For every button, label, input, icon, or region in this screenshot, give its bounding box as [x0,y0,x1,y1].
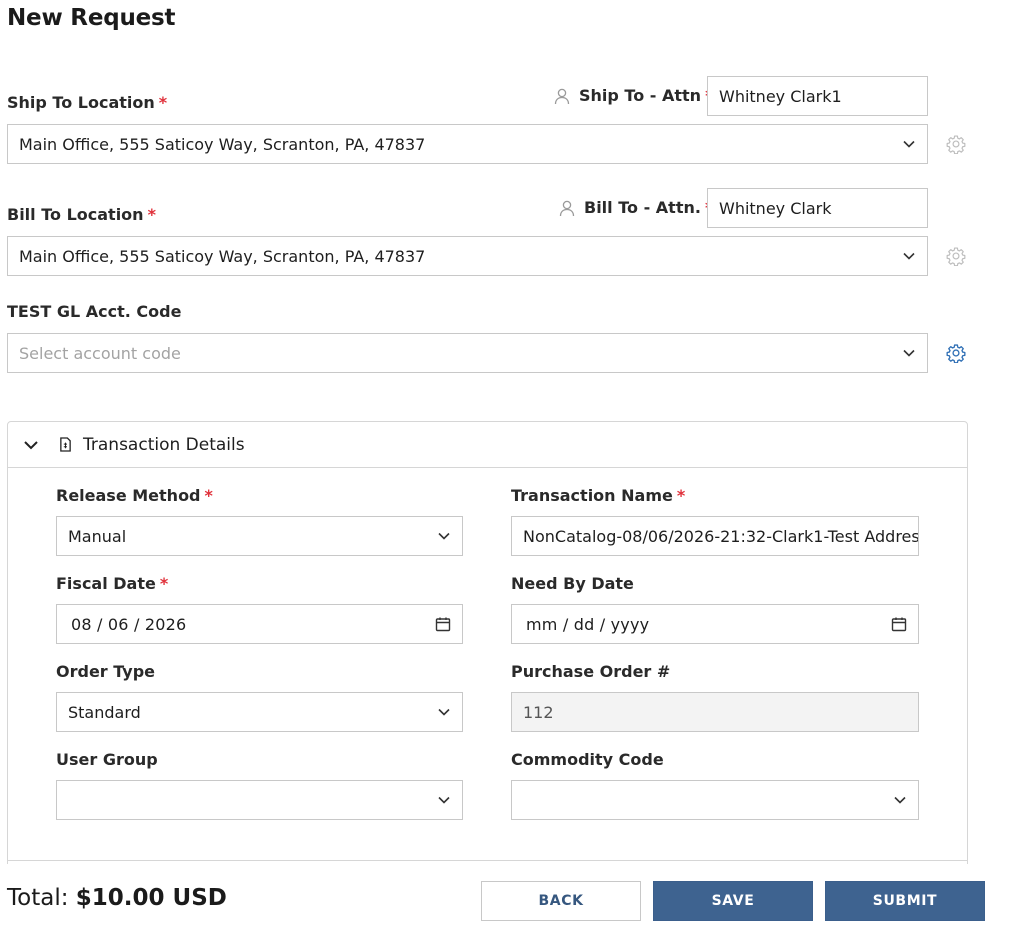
transaction-name-label: Transaction Name * [511,486,685,505]
ship-to-attn-label: Ship To - Attn* [553,86,713,105]
commodity-code-select[interactable] [511,780,919,820]
chevron-down-icon [438,796,450,804]
panel-divider [8,860,967,861]
gear-icon[interactable] [946,246,966,266]
need-by-date-input[interactable]: mm / dd / yyyy [511,604,919,644]
ship-to-location-label-text: Ship To Location [7,93,155,112]
page-title: New Request [7,5,176,31]
release-method-value: Manual [68,526,127,546]
bill-to-location-label-text: Bill To Location [7,205,144,224]
chevron-down-icon [894,796,906,804]
release-method-label-text: Release Method [56,486,201,505]
user-group-label: User Group [56,750,158,769]
fiscal-date-label-text: Fiscal Date [56,574,156,593]
calendar-icon[interactable] [435,616,451,632]
ship-to-location-select[interactable]: Main Office, 555 Saticoy Way, Scranton, … [7,124,928,164]
required-marker: * [158,93,168,112]
ship-to-attn-input[interactable]: Whitney Clark1 [707,76,928,116]
transaction-name-label-text: Transaction Name [511,486,673,505]
transaction-details-header[interactable]: Transaction Details [8,422,967,468]
release-method-select[interactable]: Manual [56,516,463,556]
bill-to-location-value: Main Office, 555 Saticoy Way, Scranton, … [19,246,426,266]
gl-code-select[interactable]: Select account code [7,333,928,373]
purchase-order-label: Purchase Order # [511,662,671,681]
document-icon [60,437,71,452]
chevron-down-icon[interactable] [23,437,39,453]
fiscal-date-input[interactable]: 08 / 06 / 2026 [56,604,463,644]
need-by-date-label: Need By Date [511,574,634,593]
chevron-down-icon [903,252,915,260]
transaction-name-input[interactable]: NonCatalog-08/06/2026-21:32-Clark1-Test … [511,516,919,556]
calendar-icon[interactable] [891,616,907,632]
gear-icon[interactable] [946,343,966,363]
user-group-select[interactable] [56,780,463,820]
required-marker: * [147,205,156,224]
chevron-down-icon [438,532,450,540]
submit-button[interactable]: SUBMIT [825,881,985,921]
release-method-label: Release Method * [56,486,213,505]
need-by-date-value: mm / dd / yyyy [526,614,650,634]
ship-to-attn-label-text: Ship To - Attn [579,86,702,105]
chevron-down-icon [903,349,915,357]
user-icon [559,200,575,216]
transaction-details-title: Transaction Details [83,434,245,455]
back-button[interactable]: BACK [481,881,641,921]
bill-to-attn-label-text: Bill To - Attn. [584,198,701,217]
ship-to-location-label: Ship To Location * [7,93,167,112]
bill-to-location-select[interactable]: Main Office, 555 Saticoy Way, Scranton, … [7,236,928,276]
total-label: Total: [7,885,69,911]
chevron-down-icon [438,708,450,716]
fiscal-date-value: 08 / 06 / 2026 [71,614,187,634]
ship-to-location-value: Main Office, 555 Saticoy Way, Scranton, … [19,134,426,154]
purchase-order-input: 112 [511,692,919,732]
chevron-down-icon [903,140,915,148]
gear-icon[interactable] [946,134,966,154]
bill-to-attn-input[interactable]: Whitney Clark [707,188,928,228]
gl-code-placeholder: Select account code [19,343,181,363]
fiscal-date-label: Fiscal Date * [56,574,168,593]
commodity-code-label: Commodity Code [511,750,664,769]
order-total: Total: $10.00 USD [7,885,227,911]
bill-to-attn-label: Bill To - Attn.* [558,198,713,217]
required-marker: * [204,486,213,505]
gl-code-label: TEST GL Acct. Code [7,302,182,321]
user-icon [554,88,570,104]
transaction-details-panel: Transaction Details Release Method * Manu… [7,421,968,881]
order-type-value: Standard [68,702,141,722]
required-marker: * [159,574,169,593]
required-marker: * [676,486,686,505]
bill-to-location-label: Bill To Location * [7,205,156,224]
save-button[interactable]: SAVE [653,881,813,921]
total-value: $10.00 USD [75,885,227,911]
order-type-select[interactable]: Standard [56,692,463,732]
order-type-label: Order Type [56,662,156,681]
